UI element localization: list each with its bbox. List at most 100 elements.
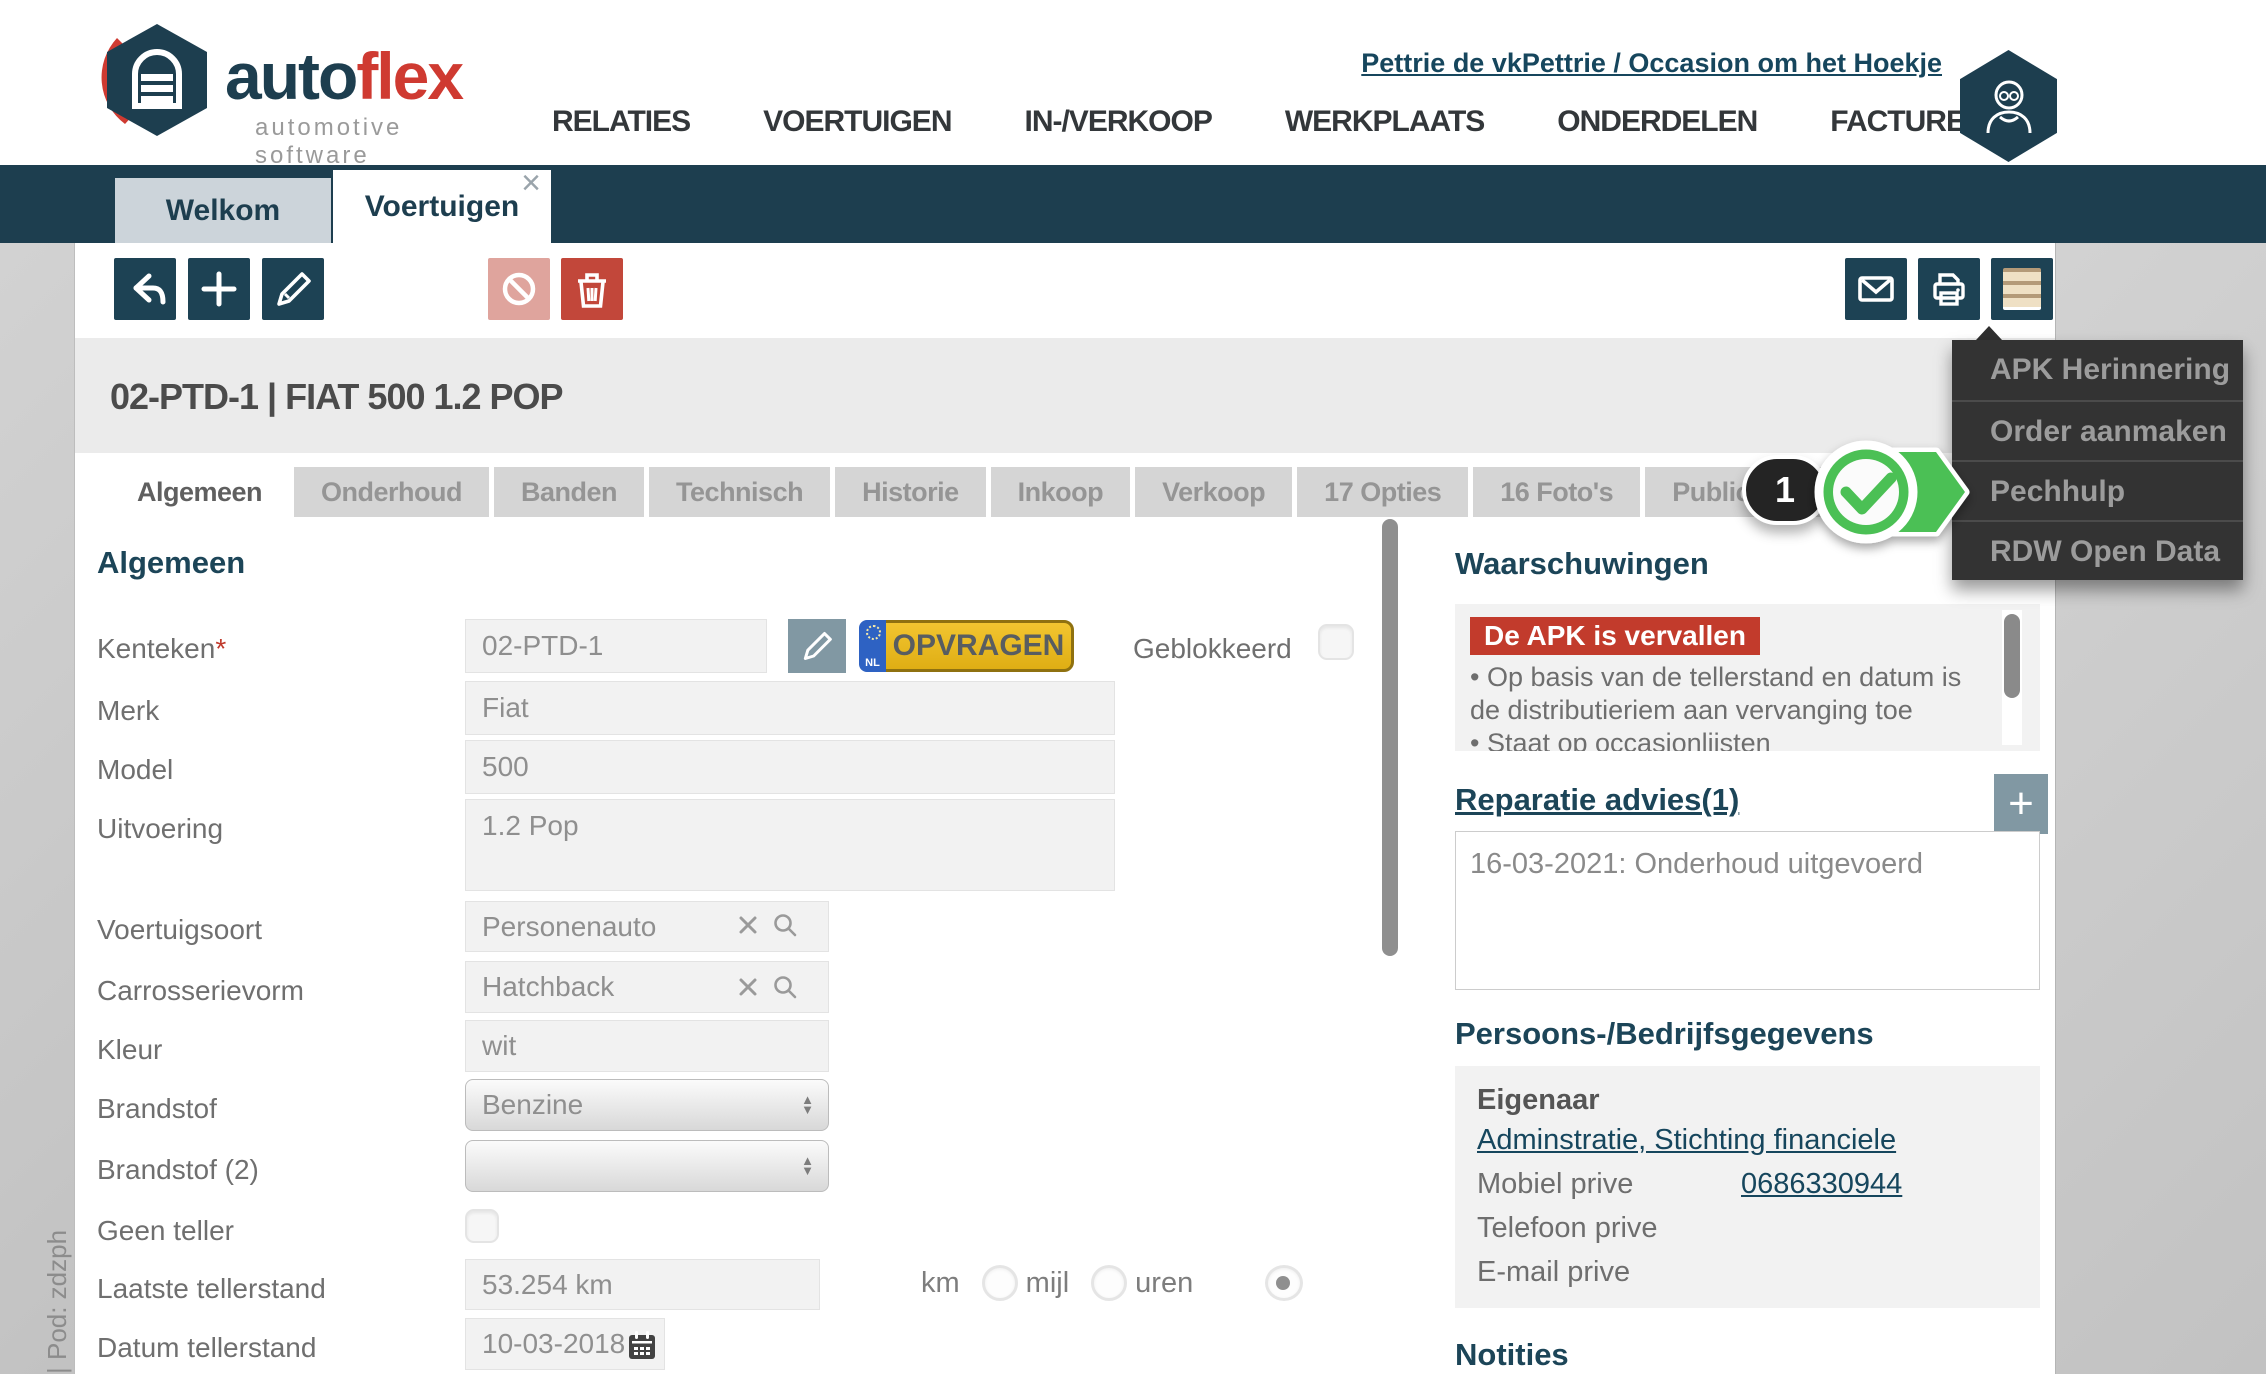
vehicle-title: 02-PTD-1 | FIAT 500 1.2 POP — [110, 376, 563, 418]
waarschuwingen-heading: Waarschuwingen — [1455, 546, 1709, 582]
mobiel-number-link[interactable]: 0686330944 — [1741, 1168, 1902, 1201]
user-account-link[interactable]: Pettrie de vkPettrie / Occasion om het H… — [1361, 48, 1942, 79]
search-icon[interactable] — [771, 973, 799, 1001]
select-arrows-icon: ▲▼ — [801, 1156, 814, 1176]
opvragen-button[interactable]: NL OPVRAGEN — [859, 620, 1074, 672]
menu-item-order-aanmaken[interactable]: Order aanmaken — [1952, 400, 2243, 460]
menu-caret — [1976, 326, 2002, 340]
model-input[interactable] — [465, 740, 1115, 794]
merk-input[interactable] — [465, 681, 1115, 735]
menu-item-pechhulp[interactable]: Pechhulp — [1952, 460, 2243, 520]
mobiel-label: Mobiel prive — [1477, 1168, 1633, 1201]
brandstof2-select[interactable]: ▲▼ — [465, 1140, 829, 1192]
person-icon — [1980, 75, 2038, 137]
clear-x-icon[interactable] — [735, 912, 761, 938]
reparatie-entry: 16-03-2021: Onderhoud uitgevoerd — [1470, 848, 1923, 880]
print-button[interactable] — [1918, 258, 1980, 320]
radio-uren[interactable] — [1091, 1265, 1127, 1301]
vehicle-page: 02-PTD-1 | FIAT 500 1.2 POP Algemeen Ond… — [75, 243, 2055, 1374]
tab-inkoop[interactable]: Inkoop — [991, 467, 1131, 517]
autoflex-logo[interactable]: autoflex automotive software — [95, 16, 515, 151]
nav-in-verkoop[interactable]: IN-/VERKOOP — [1024, 105, 1211, 139]
warning-bullet-2: • Staat op occasionlijsten — [1470, 727, 1970, 751]
menu-item-apk-herinnering[interactable]: APK Herinnering — [1952, 340, 2243, 400]
tellerstand-label: Laatste tellerstand — [97, 1273, 326, 1305]
warning-bullets: • Op basis van de tellerstand en datum i… — [1470, 661, 1970, 751]
form-section-heading: Algemeen — [97, 545, 245, 581]
geen-teller-checkbox[interactable] — [465, 1209, 499, 1243]
back-button[interactable] — [114, 258, 176, 320]
delete-button[interactable] — [561, 258, 623, 320]
radio-km[interactable] — [1265, 1265, 1303, 1301]
eigenaar-label: Eigenaar — [1477, 1084, 1600, 1117]
trash-icon — [568, 265, 616, 313]
brandstof2-label: Brandstof (2) — [97, 1154, 259, 1186]
tab-fotos[interactable]: 16 Foto's — [1473, 467, 1640, 517]
tab-verkoop[interactable]: Verkoop — [1135, 467, 1292, 517]
printer-icon — [1925, 265, 1973, 313]
tellerstand-input[interactable] — [465, 1259, 820, 1310]
owner-link[interactable]: Adminstratie, Stichting financiele — [1477, 1124, 1896, 1157]
radio-mijl[interactable] — [982, 1265, 1018, 1301]
undo-arrow-icon — [121, 265, 169, 313]
email-button[interactable] — [1845, 258, 1907, 320]
warning-bullet-1: • Op basis van de tellerstand en datum i… — [1470, 661, 1970, 727]
uitvoering-textarea[interactable]: 1.2 Pop — [465, 799, 1115, 891]
kenteken-label: Kenteken* — [97, 633, 226, 665]
nav-onderdelen[interactable]: ONDERDELEN — [1557, 105, 1757, 139]
calendar-icon[interactable] — [627, 1329, 657, 1361]
tab-algemeen[interactable]: Algemeen — [110, 467, 289, 517]
more-actions-button[interactable] — [1991, 258, 2053, 320]
session-tab-voertuigen-label: Voertuigen — [365, 190, 519, 224]
edit-button[interactable] — [262, 258, 324, 320]
warnings-scroll-track[interactable] — [2002, 610, 2022, 745]
close-icon[interactable]: × — [521, 166, 541, 200]
nav-werkplaats[interactable]: WERKPLAATS — [1285, 105, 1484, 139]
menu-item-rdw-open-data[interactable]: RDW Open Data — [1952, 520, 2243, 580]
carrosserievorm-label: Carrosserievorm — [97, 975, 304, 1007]
notification-badge: 1 — [1742, 455, 1828, 525]
add-button[interactable] — [188, 258, 250, 320]
pencil-icon — [269, 265, 317, 313]
title-band: 02-PTD-1 | FIAT 500 1.2 POP — [75, 338, 2055, 453]
email-label: E-mail prive — [1477, 1256, 1630, 1289]
app-window: autoflex automotive software RELATIES VO… — [0, 0, 2266, 1374]
brand-tagline: automotive software — [255, 114, 515, 170]
nav-relaties[interactable]: RELATIES — [552, 105, 690, 139]
voertuigsoort-label: Voertuigsoort — [97, 914, 262, 946]
session-tab-voertuigen[interactable]: Voertuigen × — [333, 170, 551, 243]
tellerstand-units: km mijl uren — [875, 1265, 1207, 1301]
datum-tellerstand-label: Datum tellerstand — [97, 1332, 316, 1364]
tab-technisch[interactable]: Technisch — [649, 467, 830, 517]
warnings-scroll-thumb[interactable] — [2004, 614, 2020, 698]
user-avatar[interactable] — [1960, 50, 2057, 162]
kenteken-input[interactable] — [465, 619, 767, 673]
pencil-icon — [797, 626, 837, 666]
tab-banden[interactable]: Banden — [494, 467, 644, 517]
opvragen-label: OPVRAGEN — [893, 629, 1065, 663]
nav-voertuigen[interactable]: VOERTUIGEN — [763, 105, 951, 139]
brandstof-label: Brandstof — [97, 1093, 217, 1125]
session-tab-welkom[interactable]: Welkom — [115, 178, 331, 243]
search-icon[interactable] — [771, 911, 799, 939]
tab-onderhoud[interactable]: Onderhoud — [294, 467, 489, 517]
clear-x-icon[interactable] — [735, 974, 761, 1000]
nl-license-plate-icon: NL — [859, 620, 886, 672]
required-asterisk: * — [215, 633, 226, 664]
radio-km-label: km — [921, 1267, 960, 1300]
form-scrollbar[interactable] — [1382, 519, 1398, 956]
cancel-button-disabled[interactable] — [488, 258, 550, 320]
brand-name: autoflex — [225, 38, 462, 114]
geblokkeerd-checkbox[interactable] — [1318, 624, 1354, 660]
edit-kenteken-button[interactable] — [788, 619, 846, 673]
prohibition-icon — [495, 265, 543, 313]
kleur-input[interactable] — [465, 1020, 829, 1072]
brandstof-select[interactable]: Benzine ▲▼ — [465, 1079, 829, 1131]
tab-historie[interactable]: Historie — [835, 467, 986, 517]
tab-opties[interactable]: 17 Opties — [1297, 467, 1468, 517]
notities-heading: Notities — [1455, 1337, 1569, 1373]
reparatie-advies-link[interactable]: Reparatie advies(1) — [1455, 782, 1739, 818]
waarschuwingen-box: De APK is vervallen • Op basis van de te… — [1455, 604, 2040, 751]
add-reparatie-button[interactable]: + — [1994, 774, 2048, 834]
plus-icon — [195, 265, 243, 313]
